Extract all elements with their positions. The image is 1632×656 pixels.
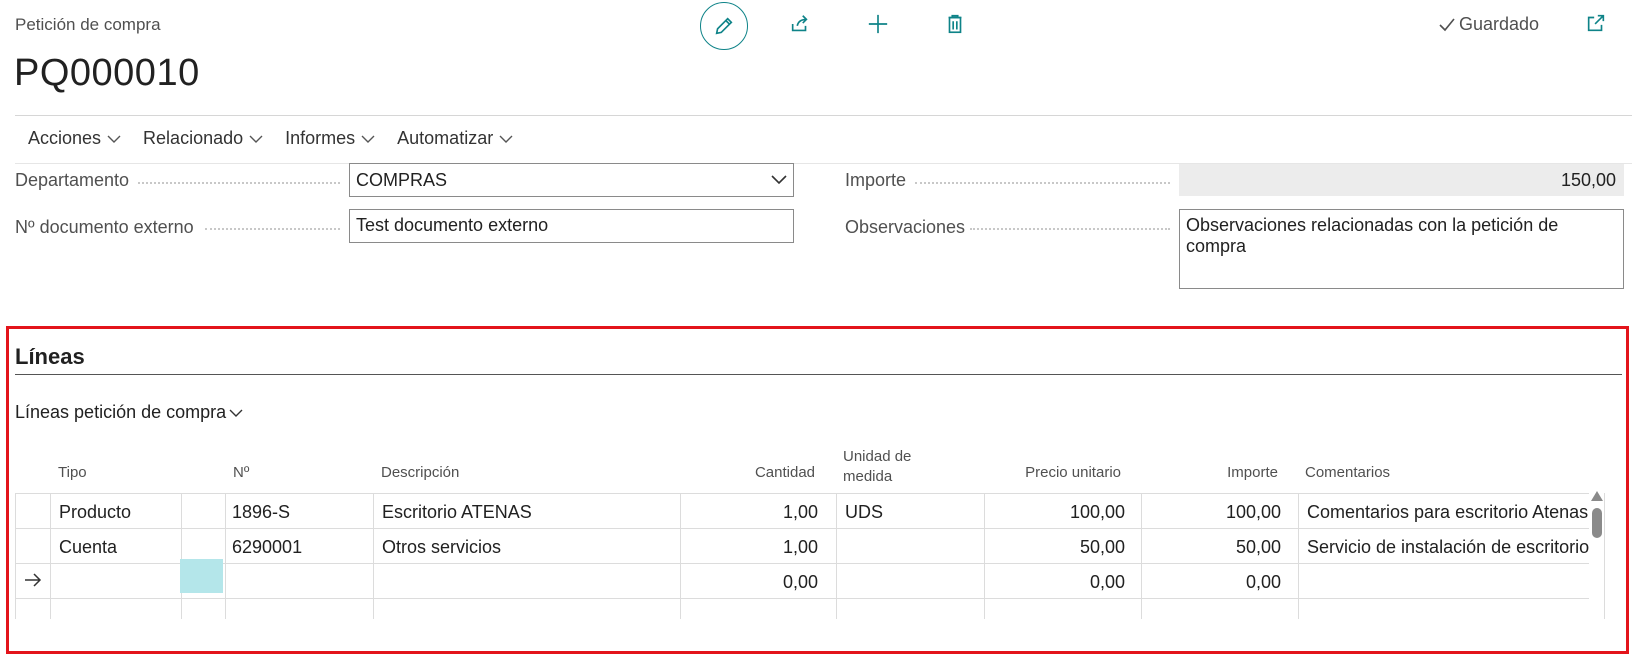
cell-comentarios[interactable]: Servicio de instalación de escritorio [1307, 537, 1589, 558]
col-header-importe[interactable]: Importe [1150, 463, 1278, 483]
leader-dots [915, 182, 1170, 184]
cell-descripcion[interactable]: Escritorio ATENAS [382, 502, 532, 523]
chevron-down-icon [107, 135, 121, 143]
departamento-label: Departamento [15, 170, 130, 190]
grid-line [373, 493, 374, 619]
cell-importe[interactable]: 50,00 [1160, 537, 1281, 558]
col-header-descripcion[interactable]: Descripción [381, 463, 459, 483]
col-header-comentarios[interactable]: Comentarios [1305, 463, 1390, 483]
col-header-precio[interactable]: Precio unitario [970, 463, 1121, 483]
col-header-no[interactable]: Nº [233, 463, 249, 483]
doc-externo-label: Nº documento externo [15, 217, 194, 237]
cell-tipo[interactable]: Cuenta [59, 537, 117, 558]
menu-relacionado[interactable]: Relacionado [143, 128, 263, 149]
grid-line [15, 563, 1589, 564]
departamento-select[interactable]: COMPRAS [349, 163, 794, 197]
grid-line [1298, 493, 1299, 619]
cell-cantidad[interactable]: 1,00 [700, 537, 818, 558]
saved-label: Guardado [1459, 14, 1540, 34]
selected-cell[interactable] [180, 559, 223, 593]
grid-line [181, 493, 182, 619]
grid-line [680, 493, 681, 619]
share-button[interactable] [786, 10, 814, 38]
menu-label: Relacionado [143, 128, 244, 148]
chevron-down-icon [499, 135, 513, 143]
open-new-window-button[interactable] [1585, 12, 1609, 36]
col-header-cantidad[interactable]: Cantidad [700, 463, 815, 483]
chevron-down-icon [771, 175, 787, 185]
grid-line [836, 493, 837, 619]
cell-precio[interactable]: 100,00 [1000, 502, 1125, 523]
leader-dots [970, 228, 1170, 230]
pencil-icon [715, 17, 733, 35]
doc-externo-input[interactable]: Test documento externo [349, 209, 794, 243]
grid-line [225, 493, 226, 619]
observaciones-label: Observaciones [845, 217, 966, 237]
grid-line [1141, 493, 1142, 619]
lines-highlight-frame [6, 326, 1629, 654]
scrollbar-thumb[interactable] [1592, 508, 1602, 538]
lines-subpart-menu[interactable]: Líneas petición de compra [15, 402, 244, 423]
checkmark-icon [1439, 17, 1455, 31]
menu-acciones[interactable]: Acciones [28, 128, 121, 149]
cell-cantidad[interactable]: 0,00 [700, 572, 818, 593]
menu-automatizar[interactable]: Automatizar [397, 128, 513, 149]
cell-importe[interactable]: 0,00 [1160, 572, 1281, 593]
col-header-unidad-1[interactable]: Unidad de [843, 447, 911, 467]
trash-icon [948, 14, 962, 34]
menu-informes[interactable]: Informes [285, 128, 375, 149]
new-button[interactable] [864, 10, 892, 38]
cell-descripcion[interactable]: Otros servicios [382, 537, 501, 558]
cell-comentarios[interactable]: Comentarios para escritorio Atenas [1307, 502, 1588, 523]
cell-importe[interactable]: 100,00 [1160, 502, 1281, 523]
importe-value: 150,00 [1179, 164, 1624, 196]
cell-no[interactable]: 1896-S [232, 502, 290, 523]
subpart-label: Líneas petición de compra [15, 402, 227, 422]
menu-label: Informes [285, 128, 356, 148]
departamento-value: COMPRAS [356, 169, 448, 190]
page-caption: Petición de compra [15, 15, 161, 34]
grid-line [15, 528, 1589, 529]
col-header-unidad-2[interactable]: medida [843, 467, 892, 487]
grid-line [1604, 493, 1605, 619]
plus-icon [868, 14, 888, 34]
menu-label: Acciones [28, 128, 102, 148]
cell-cantidad[interactable]: 1,00 [700, 502, 818, 523]
action-menubar: Acciones Relacionado Informes Automatiza… [28, 128, 513, 149]
share-icon [791, 15, 808, 32]
leader-dots [205, 228, 340, 230]
observaciones-textarea[interactable]: Observaciones relacionadas con la petici… [1179, 209, 1624, 289]
scroll-up-arrow-icon[interactable] [1590, 490, 1604, 502]
grid-line [15, 493, 16, 619]
cell-unidad[interactable]: UDS [845, 502, 883, 523]
grid-line [984, 493, 985, 619]
popout-icon [1587, 14, 1605, 32]
delete-button[interactable] [941, 10, 969, 38]
grid-line [50, 493, 51, 619]
menu-label: Automatizar [397, 128, 494, 148]
saved-status: Guardado [1438, 14, 1539, 35]
cell-no[interactable]: 6290001 [232, 537, 302, 558]
lines-title-rule [15, 374, 1622, 375]
edit-button[interactable] [700, 2, 748, 50]
col-header-tipo[interactable]: Tipo [58, 463, 87, 483]
chevron-down-icon [361, 135, 375, 143]
document-number: PQ000010 [14, 52, 200, 94]
importe-label: Importe [845, 170, 907, 190]
leader-dots [138, 182, 340, 184]
chevron-down-icon [229, 409, 243, 417]
header-divider [15, 115, 1632, 116]
cell-precio[interactable]: 50,00 [1000, 537, 1125, 558]
current-row-arrow-icon [25, 573, 42, 587]
grid-line [15, 493, 1589, 494]
lines-title: Líneas [15, 344, 85, 369]
chevron-down-icon [249, 135, 263, 143]
cell-tipo[interactable]: Producto [59, 502, 131, 523]
grid-line [15, 598, 1589, 599]
cell-precio[interactable]: 0,00 [1000, 572, 1125, 593]
